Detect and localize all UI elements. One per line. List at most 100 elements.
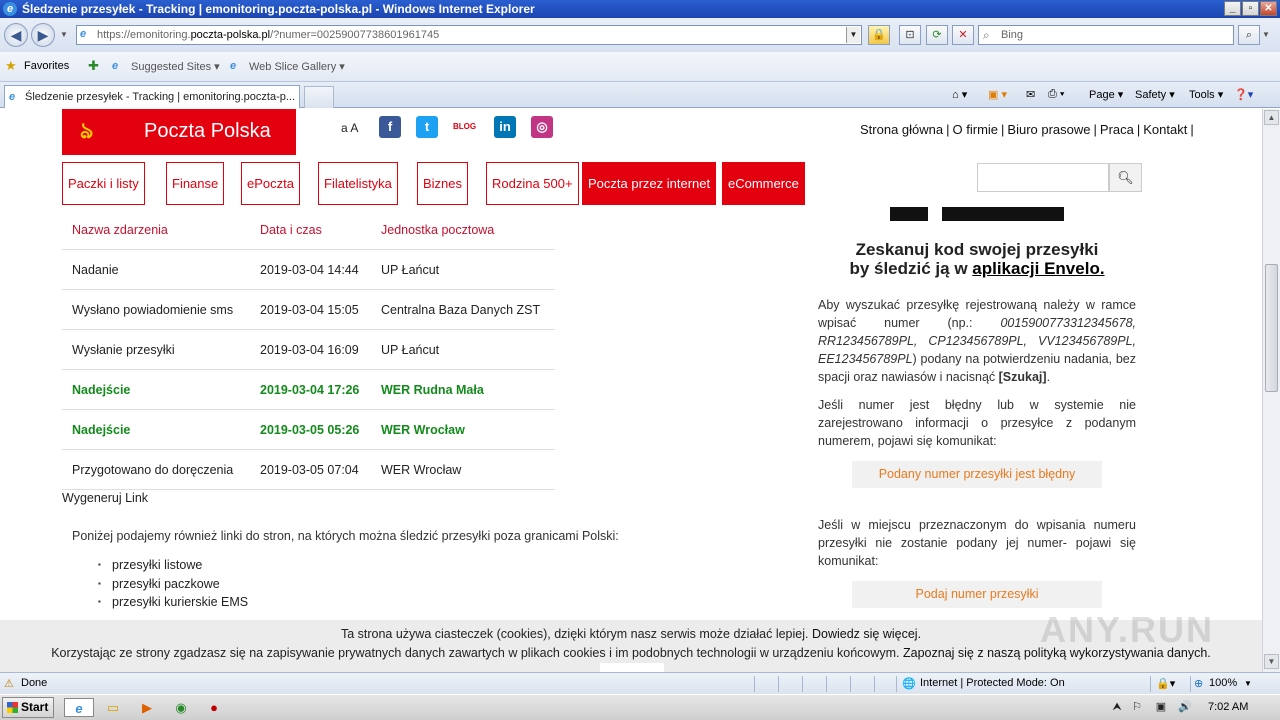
- maximize-button[interactable]: ▫: [1242, 1, 1259, 16]
- event-name: Nadejście: [72, 423, 131, 437]
- read-mail-icon[interactable]: ✉: [1026, 88, 1035, 101]
- zoom-globe-icon: ⊕: [1194, 678, 1204, 690]
- site-search-input[interactable]: [977, 163, 1109, 192]
- stop-button[interactable]: ✕: [952, 25, 974, 45]
- forward-button[interactable]: ▶: [31, 23, 55, 47]
- page-menu[interactable]: Page ▾: [1089, 88, 1123, 101]
- web-slice-gallery-link[interactable]: Web Slice Gallery ▾: [249, 60, 345, 73]
- cookie-text-2: Korzystając ze strony zgadzasz się na za…: [51, 646, 903, 660]
- instagram-icon[interactable]: ◎: [531, 116, 553, 138]
- blog-icon[interactable]: BLOG: [453, 116, 476, 138]
- search-icon: 🔍︎: [1117, 170, 1134, 185]
- menu-item-4[interactable]: Biznes: [417, 162, 469, 205]
- suggested-ie-icon: e: [112, 60, 119, 72]
- security-zone[interactable]: Internet | Protected Mode: On: [920, 677, 1065, 689]
- tray-flag-icon[interactable]: ⚐: [1126, 698, 1148, 717]
- favorites-star-icon[interactable]: ★: [5, 58, 17, 74]
- security-lock-button[interactable]: 🔒: [868, 25, 890, 45]
- top-link-4[interactable]: Kontakt: [1141, 122, 1189, 137]
- event-unit: UP Łańcut: [381, 343, 440, 357]
- zoom-level[interactable]: 100%: [1209, 677, 1237, 689]
- refresh-icon: ⟳: [932, 29, 942, 41]
- page-ie-icon: e: [80, 28, 87, 40]
- zoom-dropdown-icon[interactable]: ▼: [1244, 679, 1252, 688]
- link-letter-items[interactable]: przesyłki listowe: [98, 558, 202, 572]
- search-options-icon[interactable]: ▼: [1262, 30, 1270, 39]
- compatibility-button[interactable]: ⊡: [899, 25, 921, 45]
- invalid-number-info: Jeśli numer jest błędny lub w systemie n…: [818, 398, 1136, 448]
- address-dropdown-icon[interactable]: ▼: [846, 27, 860, 43]
- tab-title: Śledzenie przesyłek - Tracking | emonito…: [25, 91, 296, 103]
- facebook-icon[interactable]: f: [379, 116, 401, 138]
- start-button[interactable]: Start: [2, 697, 54, 718]
- twitter-icon[interactable]: t: [416, 116, 438, 138]
- font-size-toggle[interactable]: a A: [341, 121, 358, 135]
- safety-menu[interactable]: Safety ▾: [1135, 88, 1175, 101]
- menu-item-2[interactable]: ePoczta: [241, 162, 300, 205]
- suggested-sites-link[interactable]: Suggested Sites ▾: [131, 60, 220, 73]
- menu-item-7[interactable]: eCommerce: [722, 162, 805, 205]
- add-favorite-icon[interactable]: ✚: [88, 58, 99, 74]
- top-link-separator: |: [946, 122, 950, 137]
- linkedin-icon[interactable]: in: [494, 116, 516, 138]
- menu-item-3[interactable]: Filatelistyka: [318, 162, 398, 205]
- top-link-0[interactable]: Strona główna: [858, 122, 945, 137]
- vertical-scrollbar[interactable]: ▲ ▼: [1262, 109, 1280, 672]
- empty-number-info: Jeśli w miejscu przeznaczonym do wpisani…: [818, 518, 1136, 568]
- minimize-button[interactable]: _: [1224, 1, 1241, 16]
- window-title: Śledzenie przesyłek - Tracking | emonito…: [22, 2, 535, 16]
- favorites-button[interactable]: Favorites: [24, 60, 69, 72]
- taskbar-ie-icon[interactable]: e: [64, 698, 94, 717]
- poczta-polska-logo[interactable]: ঌ Poczta Polska: [62, 109, 296, 155]
- history-dropdown-icon[interactable]: ▼: [60, 30, 68, 39]
- taskbar-stop-icon[interactable]: ●: [203, 698, 225, 717]
- tray-volume-icon[interactable]: 🔊: [1174, 698, 1196, 717]
- cookie-close-area[interactable]: [600, 663, 664, 672]
- tab-active[interactable]: e Śledzenie przesyłek - Tracking | emoni…: [4, 85, 300, 108]
- top-link-separator: |: [1190, 122, 1194, 137]
- address-input[interactable]: e https://emonitoring.poczta-polska.pl/?…: [76, 25, 862, 45]
- table-row: Nadejście 2019-03-05 05:26 WER Wrocław: [62, 410, 555, 450]
- scrollbar-thumb[interactable]: [1265, 264, 1278, 392]
- window-title-bar: e Śledzenie przesyłek - Tracking | emoni…: [0, 0, 1280, 18]
- top-link-2[interactable]: Biuro prasowe: [1005, 122, 1092, 137]
- top-link-3[interactable]: Praca: [1098, 122, 1136, 137]
- tray-network-icon[interactable]: ▣: [1150, 698, 1172, 717]
- tray-arrow-icon[interactable]: ⮝: [1106, 698, 1128, 717]
- new-tab-button[interactable]: [304, 86, 334, 108]
- compat-icon: ⊡: [905, 29, 915, 41]
- home-icon[interactable]: ⌂ ▾: [952, 88, 967, 101]
- tools-menu[interactable]: Tools ▾: [1189, 88, 1223, 101]
- protected-mode-icon[interactable]: 🔒▾: [1156, 677, 1175, 690]
- menu-item-0[interactable]: Paczki i listy: [62, 162, 145, 205]
- search-placeholder: Bing: [1001, 29, 1024, 41]
- search-go-button[interactable]: ⌕: [1238, 25, 1260, 45]
- print-icon[interactable]: ⎙ ▾: [1048, 88, 1064, 101]
- help-icon[interactable]: ❓▾: [1234, 88, 1253, 101]
- feeds-icon[interactable]: ▣ ▾: [988, 88, 1007, 101]
- event-name: Wysłanie przesyłki: [72, 343, 175, 357]
- menu-item-6[interactable]: Poczta przez internet: [582, 162, 717, 205]
- search-box[interactable]: ⌕ Bing: [978, 25, 1234, 45]
- taskbar-chrome-icon[interactable]: ◉: [170, 698, 192, 717]
- cookie-learn-more-link[interactable]: Dowiedz się więcej.: [812, 627, 921, 641]
- event-name: Nadanie: [72, 263, 119, 277]
- envelo-app-link[interactable]: aplikacji Envelo.: [972, 259, 1104, 278]
- top-link-1[interactable]: O firmie: [951, 122, 1001, 137]
- scroll-up-icon[interactable]: ▲: [1264, 110, 1279, 125]
- site-search-button[interactable]: 🔍︎: [1109, 163, 1142, 192]
- link-ems-items[interactable]: przesyłki kurierskie EMS: [98, 595, 248, 609]
- close-window-button[interactable]: ✕: [1260, 1, 1277, 16]
- invalid-number-message: Podany numer przesyłki jest błędny: [852, 461, 1102, 488]
- webslice-ie-icon: e: [230, 60, 237, 72]
- taskbar-explorer-icon[interactable]: ▭: [102, 698, 124, 717]
- search-instructions: Aby wyszukać przesyłkę rejestrowaną nale…: [818, 298, 1136, 384]
- link-parcel-items[interactable]: przesyłki paczkowe: [98, 577, 220, 591]
- scroll-down-icon[interactable]: ▼: [1264, 654, 1279, 669]
- menu-item-1[interactable]: Finanse: [166, 162, 225, 205]
- generate-link[interactable]: Wygeneruj Link: [62, 491, 148, 505]
- menu-item-5[interactable]: Rodzina 500+: [486, 162, 579, 205]
- refresh-button[interactable]: ⟳: [926, 25, 948, 45]
- taskbar-media-icon[interactable]: ▶: [136, 698, 158, 717]
- back-button[interactable]: ◀: [4, 23, 28, 47]
